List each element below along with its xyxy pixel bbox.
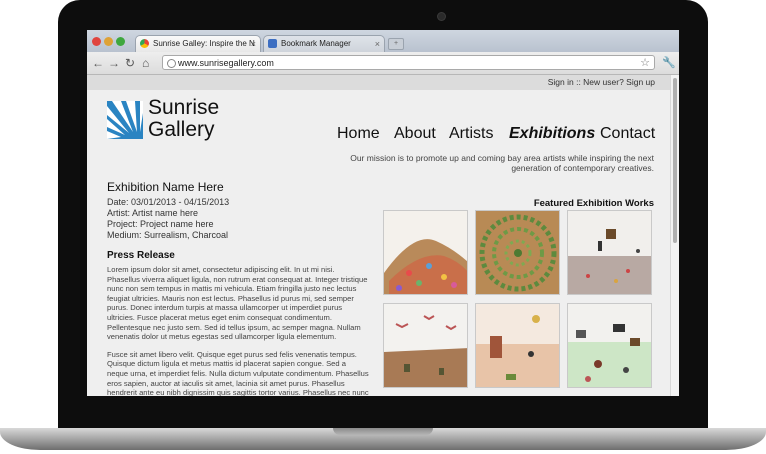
press-release-body: Lorem ipsum dolor sit amet, consectetur … bbox=[107, 265, 369, 396]
address-bar[interactable]: www.sunrisegallery.com ☆ bbox=[162, 55, 655, 70]
nav-about[interactable]: About bbox=[394, 125, 436, 143]
tab-label: Sunrise Galley: Inspire the N bbox=[153, 39, 255, 48]
nav-home[interactable]: Home bbox=[337, 125, 380, 143]
exhibition-project: Project: Project name here bbox=[107, 219, 214, 229]
featured-works-title: Featured Exhibition Works bbox=[533, 198, 654, 209]
sign-in-link[interactable]: Sign in bbox=[548, 77, 574, 87]
laptop-notch bbox=[333, 428, 433, 435]
back-arrow-icon[interactable]: ← bbox=[92, 55, 104, 71]
browser-window: Sunrise Galley: Inspire the N × Bookmark… bbox=[87, 30, 679, 396]
tab-bar: Sunrise Galley: Inspire the N × Bookmark… bbox=[87, 30, 679, 52]
exhibition-artist: Artist: Artist name here bbox=[107, 208, 199, 218]
wrench-menu-icon[interactable]: 🔧 bbox=[662, 56, 676, 69]
page-icon bbox=[167, 59, 176, 68]
artwork-thumbnail[interactable] bbox=[475, 303, 560, 388]
forward-arrow-icon[interactable]: → bbox=[108, 55, 120, 71]
sunrise-logo-icon[interactable] bbox=[107, 101, 143, 139]
logo-wordmark[interactable]: Sunrise Gallery bbox=[148, 97, 219, 141]
exhibition-medium: Medium: Surrealism, Charcoal bbox=[107, 230, 229, 240]
reload-icon[interactable]: ↻ bbox=[125, 55, 135, 71]
maximize-window-icon[interactable] bbox=[116, 37, 125, 46]
mission-line-1: Our mission is to promote up and coming … bbox=[350, 153, 654, 163]
page-scrollbar[interactable] bbox=[670, 75, 679, 396]
mission-line-2: generation of contemporary creatives. bbox=[511, 163, 654, 173]
nav-contact[interactable]: Contact bbox=[600, 125, 655, 143]
exhibition-details: Date: 03/01/2013 - 04/15/2013 Artist: Ar… bbox=[107, 197, 229, 241]
address-text: www.sunrisegallery.com bbox=[178, 58, 274, 68]
tab-bookmark-manager[interactable]: Bookmark Manager × bbox=[263, 35, 385, 52]
press-paragraph: Fusce sit amet libero velit. Quisque ege… bbox=[107, 349, 369, 396]
scrollbar-thumb[interactable] bbox=[673, 78, 677, 243]
press-release-title: Press Release bbox=[107, 250, 175, 261]
home-icon[interactable]: ⌂ bbox=[142, 55, 149, 71]
browser-toolbar: ← → ↻ ⌂ www.sunrisegallery.com ☆ 🔧 bbox=[87, 52, 679, 75]
camera-icon bbox=[438, 13, 445, 20]
artwork-thumbnail[interactable] bbox=[567, 210, 652, 295]
exhibition-date: Date: 03/01/2013 - 04/15/2013 bbox=[107, 197, 230, 207]
close-tab-icon[interactable]: × bbox=[251, 36, 256, 52]
logo-line-1: Sunrise bbox=[148, 96, 220, 119]
artwork-thumbnail[interactable] bbox=[567, 303, 652, 388]
nav-artists[interactable]: Artists bbox=[449, 125, 493, 143]
press-paragraph: Lorem ipsum dolor sit amet, consectetur … bbox=[107, 265, 368, 342]
mission-statement: Our mission is to promote up and coming … bbox=[314, 153, 654, 173]
artwork-thumbnail[interactable] bbox=[383, 303, 468, 388]
close-window-icon[interactable] bbox=[92, 37, 101, 46]
new-tab-button[interactable]: + bbox=[388, 38, 404, 50]
web-page: Sign in :: New user? Sign up Sunrise Gal… bbox=[87, 75, 670, 396]
close-tab-icon[interactable]: × bbox=[375, 36, 380, 52]
tab-label: Bookmark Manager bbox=[281, 39, 351, 48]
auth-separator: :: New user? bbox=[573, 77, 627, 87]
logo-line-2: Gallery bbox=[148, 118, 215, 141]
artwork-thumbnail[interactable] bbox=[475, 210, 560, 295]
minimize-window-icon[interactable] bbox=[104, 37, 113, 46]
sign-up-link[interactable]: Sign up bbox=[626, 77, 655, 87]
auth-strip: Sign in :: New user? Sign up bbox=[87, 75, 670, 90]
tab-sunrise-gallery[interactable]: Sunrise Galley: Inspire the N × bbox=[135, 35, 261, 52]
artwork-thumbnail[interactable] bbox=[383, 210, 468, 295]
bookmark-star-icon[interactable]: ☆ bbox=[640, 56, 650, 71]
nav-exhibitions[interactable]: Exhibitions bbox=[509, 125, 595, 143]
exhibition-title: Exhibition Name Here bbox=[107, 180, 224, 194]
chrome-favicon-icon bbox=[140, 39, 149, 48]
star-favicon-icon bbox=[268, 39, 277, 48]
